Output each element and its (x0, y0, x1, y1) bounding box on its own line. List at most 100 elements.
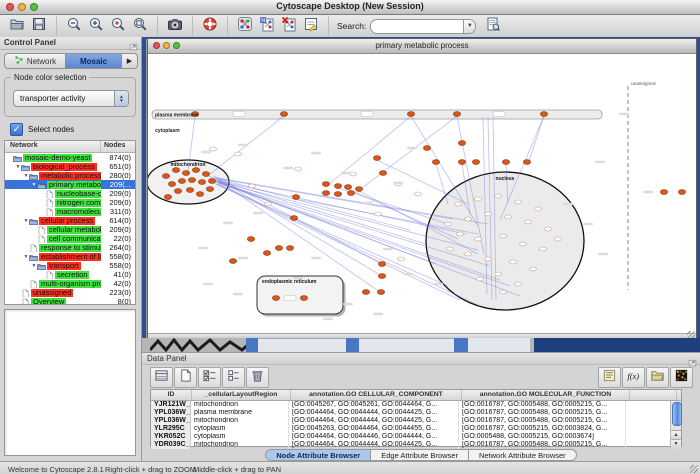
table-row[interactable]: YKR052Ccytoplasm[GO:0044464, GO:0044446,… (151, 433, 681, 441)
network-node-selected[interactable] (164, 195, 171, 200)
network-node-selected[interactable] (377, 290, 384, 295)
network-node-selected[interactable] (378, 274, 385, 279)
network-node[interactable] (485, 257, 492, 261)
network-edge[interactable] (377, 160, 468, 204)
network-node-selected[interactable] (280, 112, 287, 117)
create-network-view-button[interactable]: N (256, 17, 278, 35)
network-node-selected[interactable] (168, 182, 175, 187)
network-node[interactable] (447, 247, 454, 251)
matrix-view-button[interactable] (670, 367, 693, 388)
table-cell[interactable]: [GO:0016787, GO:0005488, GO:0005215, G..… (459, 409, 626, 417)
tab-mosaic[interactable]: Mosaic (66, 53, 122, 69)
tree-row[interactable]: ▼cellular process614(0) (5, 216, 135, 225)
network-node-selected[interactable] (300, 296, 307, 301)
function-builder-button[interactable]: f(x) (622, 367, 645, 388)
zoom-fit-button[interactable] (129, 17, 151, 35)
network-node-selected[interactable] (432, 160, 439, 165)
network-node[interactable] (465, 217, 472, 221)
table-cell[interactable]: [GO:0005488, GO:0005215, GO:0003674] (459, 433, 626, 441)
network-node-selected[interactable] (373, 156, 380, 161)
search-dropdown-icon[interactable]: ▼ (463, 19, 476, 34)
network-window-titlebar[interactable]: primary metabolic process (148, 39, 696, 54)
region-nucleus[interactable] (426, 172, 584, 310)
new-attribute-button[interactable] (174, 367, 197, 388)
table-cell[interactable]: YDR039C__1 (151, 441, 191, 449)
network-node[interactable] (500, 234, 507, 238)
select-attributes-button[interactable] (198, 367, 221, 388)
search-config-button[interactable] (482, 17, 504, 35)
network-node[interactable] (455, 202, 462, 206)
network-node[interactable] (398, 257, 405, 261)
network-node-selected[interactable] (540, 112, 547, 117)
birdseye-view-panel[interactable] (4, 309, 136, 456)
network-node-selected[interactable] (174, 189, 181, 194)
network-node-selected[interactable] (186, 188, 193, 193)
table-row[interactable]: YLR295Ccytoplasm[GO:0045263, GO:0044464,… (151, 425, 681, 433)
network-node-selected[interactable] (275, 246, 282, 251)
network-node-selected[interactable] (322, 191, 329, 196)
network-node-selected[interactable] (208, 179, 215, 184)
tree-header[interactable]: Network Nodes (5, 141, 135, 153)
attribute-table-header[interactable]: ID_cellularLayoutRegionannotation.GO CEL… (151, 390, 681, 401)
network-node[interactable] (495, 194, 502, 198)
network-node[interactable] (265, 202, 272, 206)
table-cell[interactable]: YJR121W__1 (151, 401, 191, 409)
table-cell[interactable]: [GO:0016787, GO:0005488, GO:0005215, G..… (459, 441, 626, 449)
tree-row[interactable]: mosaic-demo-yeast874(0) (5, 153, 135, 162)
network-edge[interactable] (210, 178, 426, 244)
network-node-selected[interactable] (162, 174, 169, 179)
column-header[interactable]: _cellularLayoutRegion (192, 390, 291, 400)
tab-network[interactable]: Network (4, 53, 66, 69)
table-cell[interactable]: [GO:0044464, GO:0044444, GO:0044425, G..… (289, 409, 459, 417)
scrollbar-thumb[interactable] (672, 402, 682, 426)
table-cell[interactable]: [GO:0045267, GO:0045261, GO:0044464, G..… (289, 401, 459, 409)
network-node-selected[interactable] (290, 216, 297, 221)
network-node-selected[interactable] (182, 171, 189, 176)
tree-row[interactable]: ▼biological_process651(0) (5, 162, 135, 171)
table-cell[interactable]: mitochondrion (191, 417, 289, 425)
table-cell[interactable]: cytoplasm (191, 425, 289, 433)
scroll-down-icon[interactable]: ▼ (671, 439, 681, 449)
network-node-selected[interactable] (458, 141, 465, 146)
network-node[interactable] (510, 260, 517, 264)
network-node[interactable] (555, 237, 562, 241)
table-scrollbar[interactable]: ▲ ▼ (670, 401, 681, 449)
zoom-selected-button[interactable] (107, 17, 129, 35)
network-node[interactable] (520, 242, 527, 246)
network-node-selected[interactable] (202, 172, 209, 177)
search-input[interactable] (370, 19, 463, 34)
network-node-selected[interactable] (192, 168, 199, 173)
network-node[interactable] (540, 247, 547, 251)
import-attributes-button[interactable] (646, 367, 669, 388)
network-node-selected[interactable] (355, 187, 362, 192)
app-resize-grip[interactable] (690, 465, 698, 473)
network-node[interactable] (210, 147, 217, 151)
tree-row[interactable]: unassigned223(0) (5, 288, 135, 297)
table-cell[interactable]: [GO:0016787, GO:0005488, GO:0005215, G..… (459, 417, 626, 425)
network-node[interactable] (445, 222, 452, 226)
network-node[interactable] (505, 215, 512, 219)
network-node[interactable] (457, 232, 464, 236)
network-node[interactable] (545, 227, 552, 231)
save-button[interactable] (28, 17, 50, 35)
network-node[interactable] (475, 237, 482, 241)
tree-row[interactable]: ▼primary metabolic209(... (5, 180, 135, 189)
table-row[interactable]: YDR039C__1mitochondrion[GO:0044464, GO:0… (151, 441, 681, 449)
table-cell[interactable]: mitochondrion (191, 401, 289, 409)
region-plasma-membrane[interactable] (152, 110, 602, 119)
tree-row[interactable]: secretion41(0) (5, 270, 135, 279)
network-node-selected[interactable] (458, 160, 465, 165)
network-node[interactable] (375, 212, 382, 216)
network-edge[interactable] (362, 116, 457, 188)
network-node[interactable] (500, 290, 507, 294)
table-cell[interactable]: [GO:0044464, GO:0044444, GO:0044425, G..… (289, 441, 459, 449)
table-cell[interactable]: mitochondrion (191, 441, 289, 449)
tree-row[interactable]: cell communicati22(0) (5, 234, 135, 243)
network-node-selected[interactable] (292, 195, 299, 200)
network-node-selected[interactable] (263, 251, 270, 256)
network-node[interactable] (475, 197, 482, 201)
tree-row[interactable]: cellular metaboli209(0) (5, 225, 135, 234)
network-node[interactable] (485, 212, 492, 216)
network-node[interactable] (515, 282, 522, 286)
table-cell[interactable]: YLR295C (151, 425, 191, 433)
